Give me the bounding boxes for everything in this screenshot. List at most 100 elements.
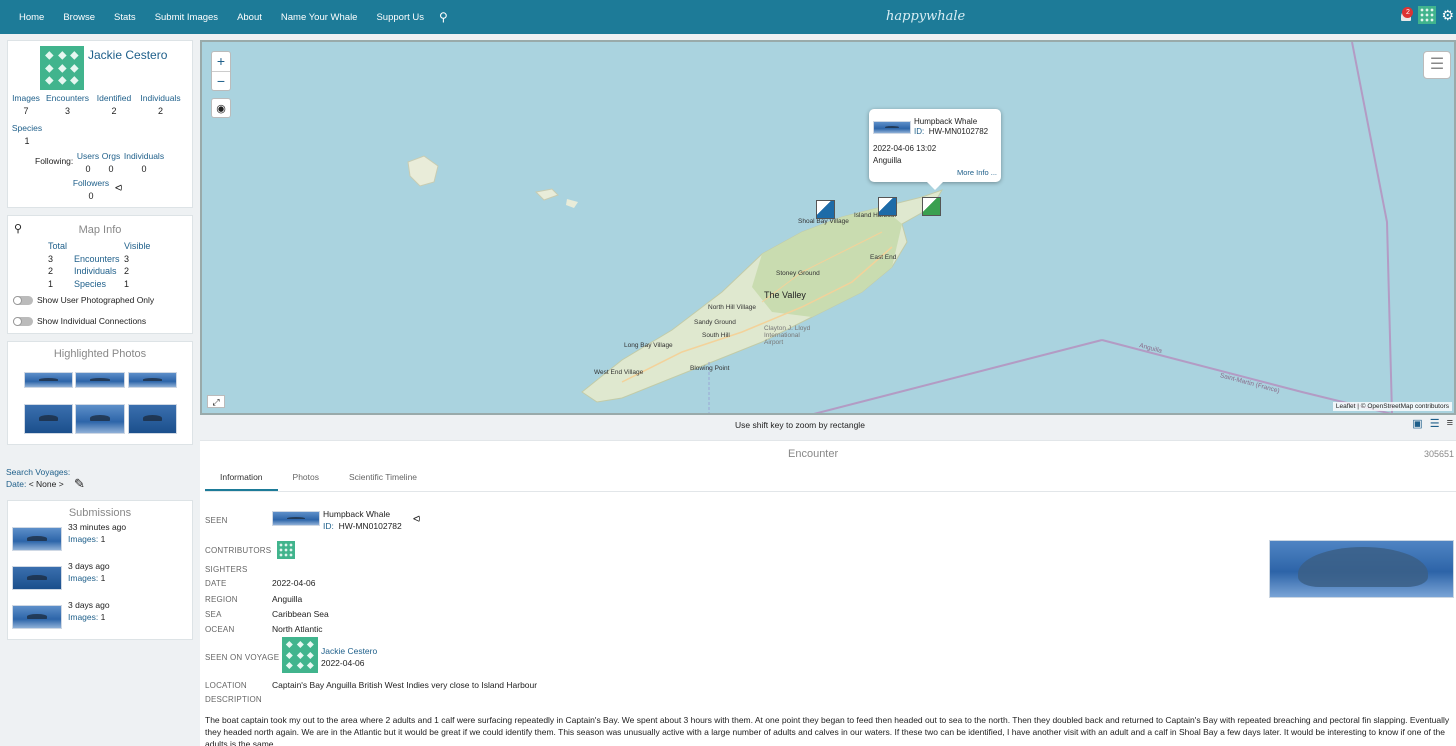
highlight-photo[interactable] <box>128 372 177 388</box>
col-total: Total <box>48 241 68 252</box>
highlight-photo[interactable] <box>24 404 73 434</box>
site-logo[interactable]: happywhale <box>886 9 965 24</box>
map-info-table: Total Visible 3 Encounters 3 2 Individua… <box>48 240 150 290</box>
toggle-user-photographed[interactable]: Show User Photographed Only <box>13 295 154 305</box>
encounter-date: 2022-04-06 <box>272 578 316 588</box>
encounter-marker[interactable] <box>922 197 941 216</box>
encounter-popup: Humpback Whale ID: HW-MN0102782 2022-04-… <box>869 109 1001 190</box>
popup-species: Humpback Whale <box>914 117 978 126</box>
stat-species[interactable]: Species 1 <box>11 123 43 146</box>
toggle-switch[interactable] <box>13 295 33 305</box>
col-visible: Visible <box>124 241 151 252</box>
encounter-location: Captain's Bay Anguilla British West Indi… <box>272 680 538 690</box>
notification-bell-icon[interactable]: 2 <box>1399 7 1414 23</box>
nav-submit-images[interactable]: Submit Images <box>155 12 218 23</box>
nav-browse[interactable]: Browse <box>63 12 95 23</box>
seen-species[interactable]: Humpback Whale <box>323 509 390 519</box>
map-attribution[interactable]: Leaflet | © OpenStreetMap contributors <box>1332 402 1452 411</box>
popup-id-label: ID: <box>914 127 925 136</box>
submission-item[interactable]: 3 days ago Images: 1 <box>12 561 190 595</box>
submission-thumb[interactable] <box>12 605 62 629</box>
nav-support-us[interactable]: Support Us <box>376 12 424 23</box>
submission-thumb[interactable] <box>12 527 62 551</box>
map-label: Long Bay Village <box>624 342 673 349</box>
map-label: West End Village <box>594 369 644 376</box>
map-label: Shoal Bay Village <box>798 218 849 225</box>
submission-item[interactable]: 33 minutes ago Images: 1 <box>12 522 190 556</box>
map-label: Stoney Ground <box>776 270 820 277</box>
zoom-out-button[interactable]: − <box>212 71 230 90</box>
toggle-switch[interactable] <box>13 316 33 326</box>
fullscreen-icon[interactable]: ⤢ <box>207 395 225 408</box>
voyage-name[interactable]: Jackie Cestero <box>321 646 377 656</box>
label-seen: SEEN <box>205 516 228 525</box>
stat-individuals[interactable]: Individuals 2 <box>139 93 182 116</box>
seen-thumb[interactable] <box>272 511 320 526</box>
stat-encounters[interactable]: Encounters 3 <box>45 93 90 116</box>
popup-id: HW-MN0102782 <box>928 127 989 136</box>
user-avatar[interactable] <box>1418 6 1437 24</box>
voyage-avatar[interactable] <box>282 637 318 673</box>
nav-about[interactable]: About <box>237 12 262 23</box>
popup-region: Anguilla <box>873 156 902 165</box>
nav-right-controls: 2 ⚙ <box>1399 6 1454 24</box>
label-seen-on-voyage: SEEN ON VOYAGE <box>205 653 280 662</box>
gear-icon[interactable]: ⚙ <box>1441 7 1454 24</box>
submissions-title: Submissions <box>68 507 132 519</box>
contributor-avatar[interactable] <box>277 541 295 559</box>
popup-thumb[interactable] <box>873 121 911 134</box>
encounter-marker[interactable] <box>816 200 835 219</box>
globe-icon[interactable]: ◉ <box>211 98 231 118</box>
search-icon[interactable]: ⚲ <box>439 10 448 24</box>
following-users[interactable]: Users 0 <box>76 151 100 174</box>
stat-images[interactable]: Images 7 <box>12 93 40 116</box>
highlights-title: Highlighted Photos <box>53 348 147 360</box>
share-icon[interactable]: ⪦ <box>413 510 420 526</box>
encounter-description: The boat captain took my out to the area… <box>205 715 1450 746</box>
highlight-photo[interactable] <box>75 372 125 388</box>
nav-home[interactable]: Home <box>19 12 44 23</box>
encounter-id: 305651 <box>1423 449 1454 459</box>
label-date: DATE <box>205 579 227 588</box>
pencil-icon[interactable]: ✎ <box>74 476 85 492</box>
encounter-ocean: North Atlantic <box>272 624 323 634</box>
toggle-individual-connections[interactable]: Show Individual Connections <box>13 316 146 326</box>
seen-id: HW-MN0102782 <box>338 521 402 531</box>
tab-information[interactable]: Information <box>205 470 278 491</box>
following-orgs[interactable]: Orgs 0 <box>101 151 121 174</box>
following-individuals[interactable]: Individuals 0 <box>123 151 165 174</box>
nav-stats[interactable]: Stats <box>114 12 136 23</box>
map-view-icon[interactable]: ▣ <box>1412 417 1422 430</box>
list-view-icon[interactable]: ☰ <box>1430 417 1440 430</box>
encounter-map[interactable]: + − ◉ ☰ ⤢ Shoal Bay Village Island Harbo… <box>200 40 1456 415</box>
highlight-photo[interactable] <box>75 404 125 434</box>
nav-name-your-whale[interactable]: Name Your Whale <box>281 12 358 23</box>
map-info-panel: ⚲ Map Info Total Visible 3 Encounters 3 … <box>7 215 193 334</box>
search-voyages-label[interactable]: Search Voyages: <box>6 466 70 478</box>
share-icon[interactable]: ⪦ <box>115 179 122 195</box>
submission-item[interactable]: 3 days ago Images: 1 <box>12 600 190 634</box>
followers[interactable]: Followers 0 <box>71 178 111 201</box>
stat-identified[interactable]: Identified 2 <box>94 93 134 116</box>
map-label: East End <box>870 254 897 261</box>
voyage-date-value[interactable]: < None > <box>29 479 64 489</box>
zoom-in-button[interactable]: + <box>212 52 230 71</box>
map-info-row-encounters: 3 Encounters 3 <box>48 253 130 264</box>
submission-thumb[interactable] <box>12 566 62 590</box>
profile-name[interactable]: Jackie Cestero <box>88 48 167 62</box>
popup-more-info-link[interactable]: More Info ... <box>957 168 997 177</box>
profile-panel: Jackie Cestero Images 7 Encounters 3 Ident… <box>7 40 193 208</box>
tab-photos[interactable]: Photos <box>278 470 334 491</box>
encounter-marker[interactable] <box>878 197 897 216</box>
highlight-photo[interactable] <box>128 404 177 434</box>
menu-icon[interactable]: ≡ <box>1447 417 1453 430</box>
map-info-row-species: 1 Species 1 <box>48 278 130 289</box>
tab-scientific-timeline[interactable]: Scientific Timeline <box>334 470 432 491</box>
highlight-photo[interactable] <box>24 372 73 388</box>
view-toggle: ▣ ☰ ≡ <box>1412 417 1453 430</box>
map-label: Sandy Ground <box>694 319 736 326</box>
label-ocean: OCEAN <box>205 625 235 634</box>
encounter-photo[interactable] <box>1269 540 1454 598</box>
search-icon[interactable]: ⚲ <box>14 222 22 235</box>
layers-icon[interactable]: ☰ <box>1423 51 1451 79</box>
